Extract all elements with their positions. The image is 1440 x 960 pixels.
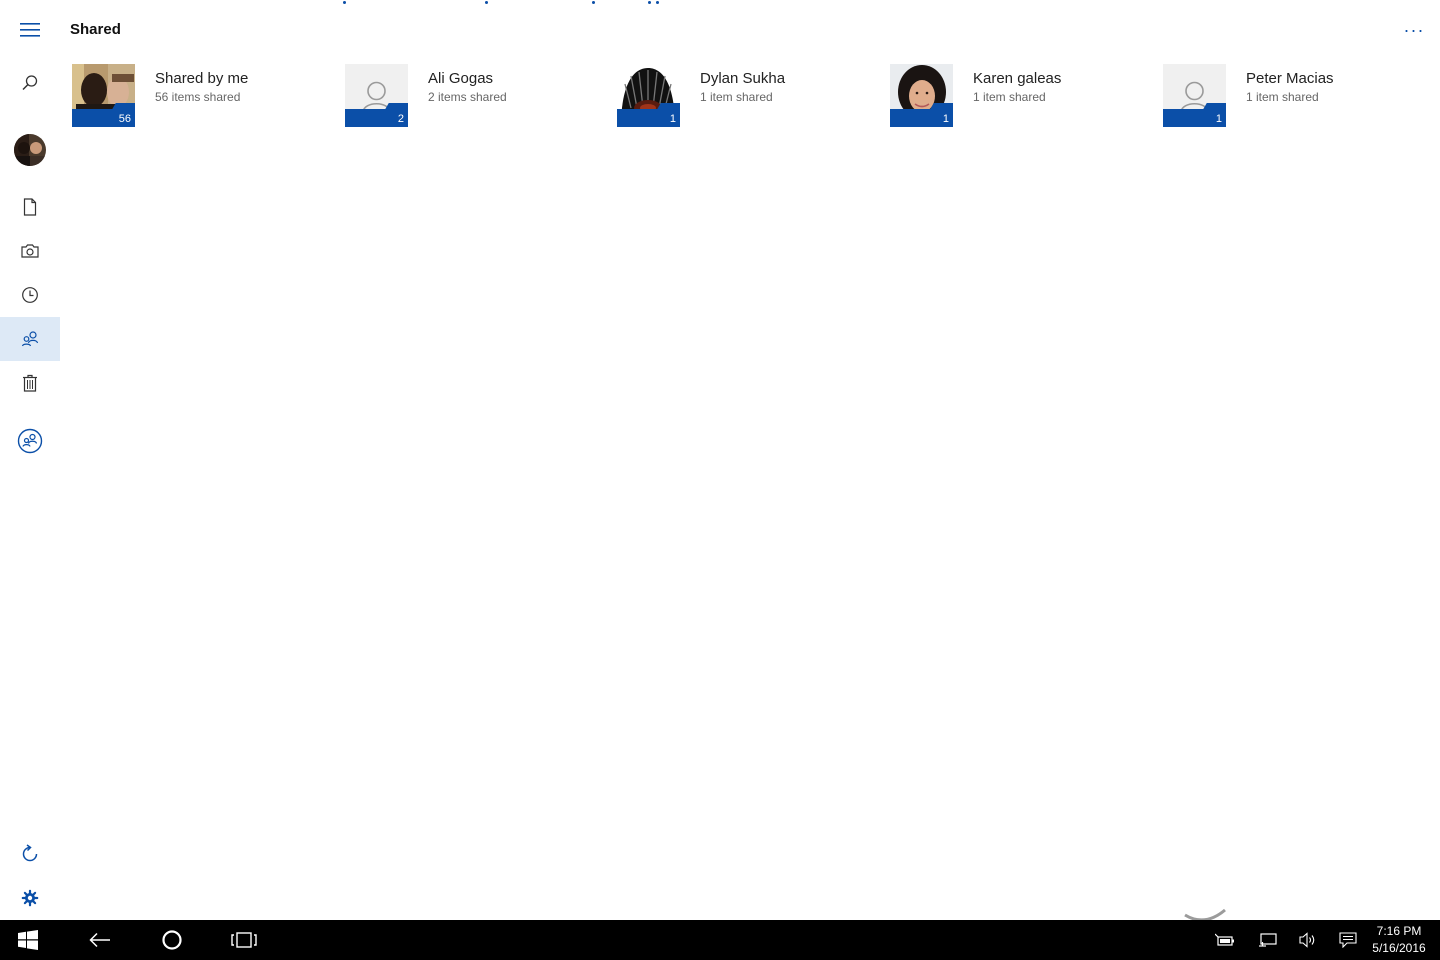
account-button[interactable]: [0, 128, 60, 172]
thumbnail: 1: [890, 64, 953, 127]
tile-title: Karen galeas: [973, 70, 1062, 87]
tile-shared-by-me[interactable]: 56 Shared by me 56 items shared: [72, 64, 342, 128]
thumbnail: 1: [617, 64, 680, 127]
task-view-button[interactable]: [220, 920, 268, 960]
trash-icon: [23, 374, 37, 392]
tile-title: Peter Macias: [1246, 70, 1334, 87]
thumbnail: 56: [72, 64, 135, 127]
refresh-icon: [22, 844, 38, 862]
network-icon: [1259, 933, 1277, 947]
tile-karen-galeas[interactable]: 1 Karen galeas 1 item shared: [890, 64, 1160, 128]
start-button[interactable]: [4, 920, 52, 960]
onedrive-app-window: Shared ··· 56 Shared by me 56 items shar…: [0, 0, 1440, 920]
tray-time: 7:16 PM: [1376, 924, 1422, 938]
windows-taskbar: 7:16 PM 5/16/2016: [0, 920, 1440, 960]
shared-circle-button[interactable]: [0, 419, 60, 463]
back-button[interactable]: [76, 920, 124, 960]
battery-icon: [1215, 933, 1234, 946]
task-view-icon: [231, 932, 257, 948]
clock-icon: [22, 287, 38, 303]
tile-title: Shared by me: [155, 70, 249, 87]
tile-subtitle: 56 items shared: [155, 90, 241, 104]
item-count-badge: 1: [942, 113, 949, 125]
item-count-badge: 1: [669, 113, 676, 125]
action-center-icon: [1339, 932, 1357, 948]
tile-title: Dylan Sukha: [700, 70, 786, 87]
more-options-button[interactable]: ···: [1402, 18, 1426, 42]
recycle-bin-button[interactable]: [0, 361, 60, 405]
windows-start-icon: [18, 930, 38, 950]
tile-dylan-sukha[interactable]: 1 Dylan Sukha 1 item shared: [617, 64, 887, 128]
cortana-circle-icon: [162, 930, 182, 950]
shared-people-list: 56 Shared by me 56 items shared 2 Ali Go…: [72, 64, 1432, 134]
files-button[interactable]: [0, 185, 60, 229]
search-icon: [22, 75, 38, 91]
avatar: [14, 134, 46, 166]
refresh-button[interactable]: [0, 832, 60, 876]
tile-ali-gogas[interactable]: 2 Ali Gogas 2 items shared: [345, 64, 615, 128]
shared-circle-icon: [17, 428, 43, 454]
thumbnail: 2: [345, 64, 408, 127]
item-count-badge: 1: [1215, 113, 1222, 125]
tile-subtitle: 1 item shared: [1246, 90, 1319, 104]
volume-icon: [1299, 932, 1315, 948]
hamburger-menu-icon: [20, 23, 40, 37]
page-title: Shared: [70, 21, 121, 38]
battery-tray-button[interactable]: [1205, 920, 1245, 960]
loading-indicator: [0, 0, 1440, 6]
gear-icon: [21, 889, 39, 907]
network-tray-button[interactable]: [1248, 920, 1288, 960]
recent-button[interactable]: [0, 273, 60, 317]
item-count-badge: 56: [118, 113, 131, 125]
item-count-badge: 2: [397, 113, 404, 125]
shared-button[interactable]: [0, 317, 60, 361]
photos-button[interactable]: [0, 229, 60, 273]
tile-title: Ali Gogas: [428, 70, 494, 87]
back-arrow-icon: [89, 932, 110, 948]
search-button[interactable]: [0, 61, 60, 105]
tile-subtitle: 2 items shared: [428, 90, 507, 104]
clock-tray-button[interactable]: 7:16 PM 5/16/2016: [1364, 923, 1434, 957]
tile-peter-macias[interactable]: 1 Peter Macias 1 item shared: [1163, 64, 1433, 128]
sidebar: [0, 0, 60, 920]
people-icon: [21, 331, 39, 347]
camera-icon: [21, 244, 39, 258]
file-icon: [23, 198, 37, 216]
volume-tray-button[interactable]: [1288, 920, 1328, 960]
swipe-indicator: [1184, 908, 1226, 920]
tray-date: 5/16/2016: [1372, 941, 1426, 955]
hamburger-menu-button[interactable]: [0, 8, 60, 52]
settings-button[interactable]: [0, 876, 60, 920]
action-center-tray-button[interactable]: [1328, 920, 1368, 960]
tile-subtitle: 1 item shared: [700, 90, 773, 104]
tile-subtitle: 1 item shared: [973, 90, 1046, 104]
cortana-button[interactable]: [148, 920, 196, 960]
thumbnail: 1: [1163, 64, 1226, 127]
